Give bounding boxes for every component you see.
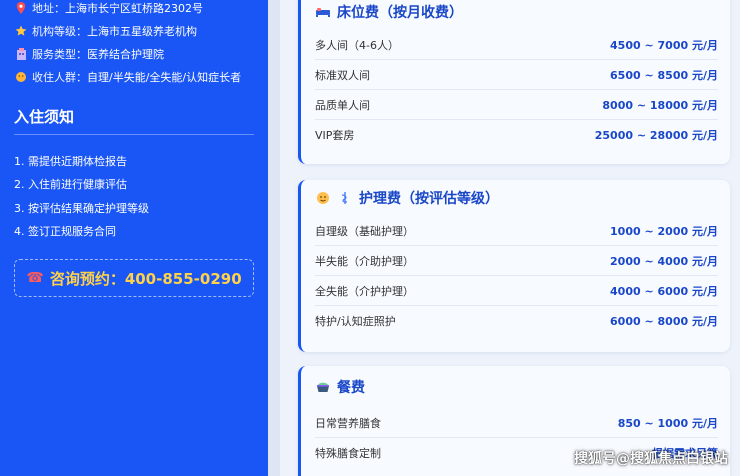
info-value: 上海市长宁区虹桥路2302号 <box>65 1 203 15</box>
divider <box>268 0 280 476</box>
sidebar: 地址： 上海市长宁区虹桥路2302号 机构等级： 上海市五星级养老机构 服务类型… <box>0 0 268 476</box>
note-item: 3. 按评估结果确定护理等级 <box>14 201 149 215</box>
row-name: 半失能（介助护理） <box>315 254 414 268</box>
price-row: 半失能（介助护理） 2000 ~ 4000 元/月 <box>315 246 718 276</box>
meal-box-icon <box>315 379 331 395</box>
price-row: 全失能（介护护理） 4000 ~ 6000 元/月 <box>315 276 718 306</box>
row-name: VIP套房 <box>315 129 355 142</box>
people-icon <box>14 70 28 84</box>
row-name: 多人间（4-6人） <box>315 38 399 52</box>
info-service-type: 服务类型： 医养结合护理院 <box>14 42 254 65</box>
note-item: 2. 入住前进行健康评估 <box>14 178 127 192</box>
card-title-text: 餐费 <box>337 380 365 396</box>
row-price: 8000 ~ 18000 元/月 <box>602 98 718 112</box>
price-row: 自理级（基础护理） 1000 ~ 2000 元/月 <box>315 216 718 246</box>
medical-icon <box>337 190 353 206</box>
card-title-text: 护理费（按评估等级） <box>359 191 499 207</box>
elder-icon <box>315 190 331 206</box>
price-row: 标准双人间 6500 ~ 8500 元/月 <box>315 60 718 90</box>
contact-button[interactable]: ☎ 咨询预约：400-855-0290 <box>14 259 254 297</box>
row-price: 6500 ~ 8500 元/月 <box>610 68 718 82</box>
price-row: 特护/认知症照护 6000 ~ 8000 元/月 <box>315 306 718 336</box>
info-label: 机构等级： <box>32 24 87 38</box>
card-title: 护理费（按评估等级） <box>315 180 718 216</box>
info-level: 机构等级： 上海市五星级养老机构 <box>14 19 254 42</box>
pin-icon <box>14 1 28 15</box>
info-label: 服务类型： <box>32 47 87 61</box>
care-fee-card: 护理费（按评估等级） 自理级（基础护理） 1000 ~ 2000 元/月 半失能（… <box>298 180 730 352</box>
card-title: 餐费 <box>315 366 718 408</box>
info-address: 地址： 上海市长宁区虹桥路2302号 <box>14 0 254 19</box>
row-price: 4000 ~ 6000 元/月 <box>610 284 718 298</box>
note-item: 1. 需提供近期体检报告 <box>14 154 127 168</box>
notes-title: 入住须知 <box>14 106 254 135</box>
price-row: 日常营养膳食 850 ~ 1000 元/月 <box>315 408 718 438</box>
note-item: 4. 签订正规服务合同 <box>14 225 116 239</box>
info-label: 地址： <box>32 1 65 15</box>
price-row: VIP套房 25000 ~ 28000 元/月 <box>315 120 718 150</box>
price-row: 品质单人间 8000 ~ 18000 元/月 <box>315 90 718 120</box>
card-title-text: 床位费（按月收费） <box>337 5 463 21</box>
row-price: 4500 ~ 7000 元/月 <box>610 38 718 52</box>
row-price: 2000 ~ 4000 元/月 <box>610 254 718 268</box>
card-title: 床位费（按月收费） <box>315 0 718 30</box>
watermark: 搜狐号@搜狐焦点白银站 <box>574 451 728 467</box>
phone-icon: ☎ <box>26 270 44 286</box>
row-name: 全失能（介护护理） <box>315 284 414 298</box>
row-price: 6000 ~ 8000 元/月 <box>610 315 718 328</box>
row-name: 标准双人间 <box>315 68 370 82</box>
row-name: 日常营养膳食 <box>315 416 381 430</box>
info-value: 医养结合护理院 <box>87 47 164 61</box>
row-name: 特护/认知症照护 <box>315 315 396 328</box>
info-value: 上海市五星级养老机构 <box>87 24 197 38</box>
bed-fee-card: 床位费（按月收费） 多人间（4-6人） 4500 ~ 7000 元/月 标准双人间… <box>298 0 730 164</box>
row-name: 自理级（基础护理） <box>315 224 414 238</box>
building-icon <box>14 47 28 61</box>
row-name: 特殊膳食定制 <box>315 447 381 460</box>
info-value: 自理/半失能/全失能/认知症长者 <box>87 70 242 84</box>
row-price: 1000 ~ 2000 元/月 <box>610 224 718 238</box>
price-row: 多人间（4-6人） 4500 ~ 7000 元/月 <box>315 30 718 60</box>
info-label: 收住人群： <box>32 70 87 84</box>
info-residents: 收住人群： 自理/半失能/全失能/认知症长者 <box>14 65 254 88</box>
row-name: 品质单人间 <box>315 98 370 112</box>
bed-icon <box>315 4 331 20</box>
contact-text: 咨询预约：400-855-0290 <box>49 269 242 288</box>
row-price: 25000 ~ 28000 元/月 <box>594 129 718 142</box>
star-icon <box>14 24 28 38</box>
row-price: 850 ~ 1000 元/月 <box>617 416 718 430</box>
notes-list: 1. 需提供近期体检报告 2. 入住前进行健康评估 3. 按评估结果确定护理等级… <box>14 149 254 243</box>
